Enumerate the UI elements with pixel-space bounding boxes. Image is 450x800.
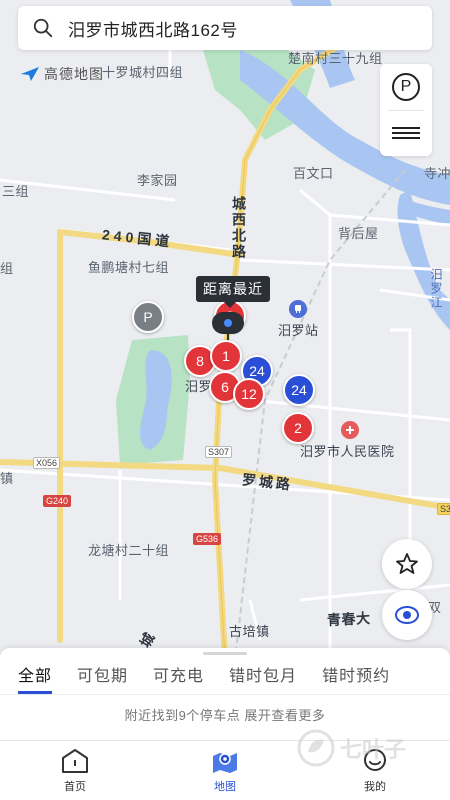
star-icon <box>396 553 418 574</box>
road-shield: S307 <box>205 446 233 458</box>
parking-marker[interactable]: 24 <box>283 374 315 406</box>
tab-offpeak-booking[interactable]: 错时预约 <box>322 662 390 694</box>
map-label: 汨罗 <box>185 379 213 394</box>
tab-periodic[interactable]: 可包期 <box>77 662 128 694</box>
parking-marker[interactable]: 2 <box>282 412 314 444</box>
amap-logo-text: 高德地图 <box>44 66 104 82</box>
watermark: 七叶子 <box>296 728 406 768</box>
parking-marker[interactable]: 1 <box>210 340 242 372</box>
search-icon <box>33 18 53 38</box>
nav-home-label: 首页 <box>64 781 86 793</box>
layers-button[interactable] <box>380 110 432 156</box>
nav-map[interactable]: 地图 <box>150 741 300 800</box>
map-pin-icon <box>213 753 237 773</box>
tab-all[interactable]: 全部 <box>18 662 53 694</box>
map-label: 古培镇 <box>229 624 270 639</box>
road-label: 青春大 <box>326 609 371 629</box>
parking-list-sheet[interactable]: 全部 可包期 可充电 错时包月 错时预约 附近找到9个停车点 展开查看更多 <box>0 648 450 740</box>
map-label: 楚南村三十九组 <box>288 51 383 66</box>
map-label: 背后屋 <box>338 226 379 241</box>
parking-marker[interactable]: 12 <box>233 378 265 410</box>
locate-button[interactable] <box>382 590 432 640</box>
train-station-icon <box>289 300 307 318</box>
search-address: 汨罗市城西北路162号 <box>68 20 238 40</box>
road-shield: S3 <box>437 503 450 515</box>
map-label: 镇 <box>0 471 14 486</box>
nav-home[interactable]: 首页 <box>0 741 150 800</box>
nearby-count-hint[interactable]: 附近找到9个停车点 展开查看更多 <box>0 705 450 724</box>
map-controls: P <box>380 64 432 156</box>
parking-icon: P <box>392 72 420 101</box>
tab-charging[interactable]: 可充电 <box>153 662 204 694</box>
map-label: 龙塘村二十组 <box>88 543 170 558</box>
amap-logo-icon <box>21 67 39 81</box>
leaf-logo-icon <box>297 729 335 767</box>
filter-tabs: 全部 可包期 可充电 错时包月 错时预约 <box>18 662 415 694</box>
parking-marker[interactable]: P <box>132 301 164 333</box>
map-label: 百文口 <box>293 166 334 181</box>
road-shield: X056 <box>33 457 61 469</box>
sheet-handle[interactable] <box>203 652 247 655</box>
nav-map-label: 地图 <box>214 781 236 793</box>
layers-icon <box>392 127 420 140</box>
location-pin-icon <box>212 312 244 334</box>
road-shield: G240 <box>43 495 72 507</box>
parking-layer-button[interactable]: P <box>380 64 432 110</box>
road-shield: G536 <box>193 533 222 545</box>
watermark-text: 七叶子 <box>340 737 407 762</box>
map-label: 鱼鹏塘村七组 <box>88 260 170 275</box>
nav-profile-label: 我的 <box>364 781 386 793</box>
map-label: 李家园 <box>137 173 178 188</box>
map-label: 汨罗站 <box>278 323 319 338</box>
map-label: 十罗城村四组 <box>102 65 184 80</box>
search-bar[interactable]: 汨罗市城西北路162号 <box>18 6 432 50</box>
map-label: 寺冲 <box>424 166 450 181</box>
hospital-label: 汨罗市人民医院 <box>300 444 395 459</box>
river-label: 汨罗江 <box>429 268 443 310</box>
locate-icon <box>395 606 419 624</box>
amap-logo: 高德地图 <box>20 64 104 84</box>
road-label: 城西北路 <box>231 196 247 260</box>
home-icon <box>62 749 88 773</box>
map-view[interactable]: 楚南村三十九组 十罗城村四组 李家园 百文口 寺冲 三组 240国道 城西北路 … <box>0 0 450 660</box>
map-label: 组 <box>0 261 14 276</box>
hospital-icon <box>341 421 359 439</box>
map-label: 三组 <box>2 184 30 199</box>
nearest-tooltip: 距离最近 <box>196 276 270 308</box>
divider <box>0 694 450 695</box>
tab-offpeak-monthly[interactable]: 错时包月 <box>229 662 297 694</box>
favorite-button[interactable] <box>382 539 432 589</box>
